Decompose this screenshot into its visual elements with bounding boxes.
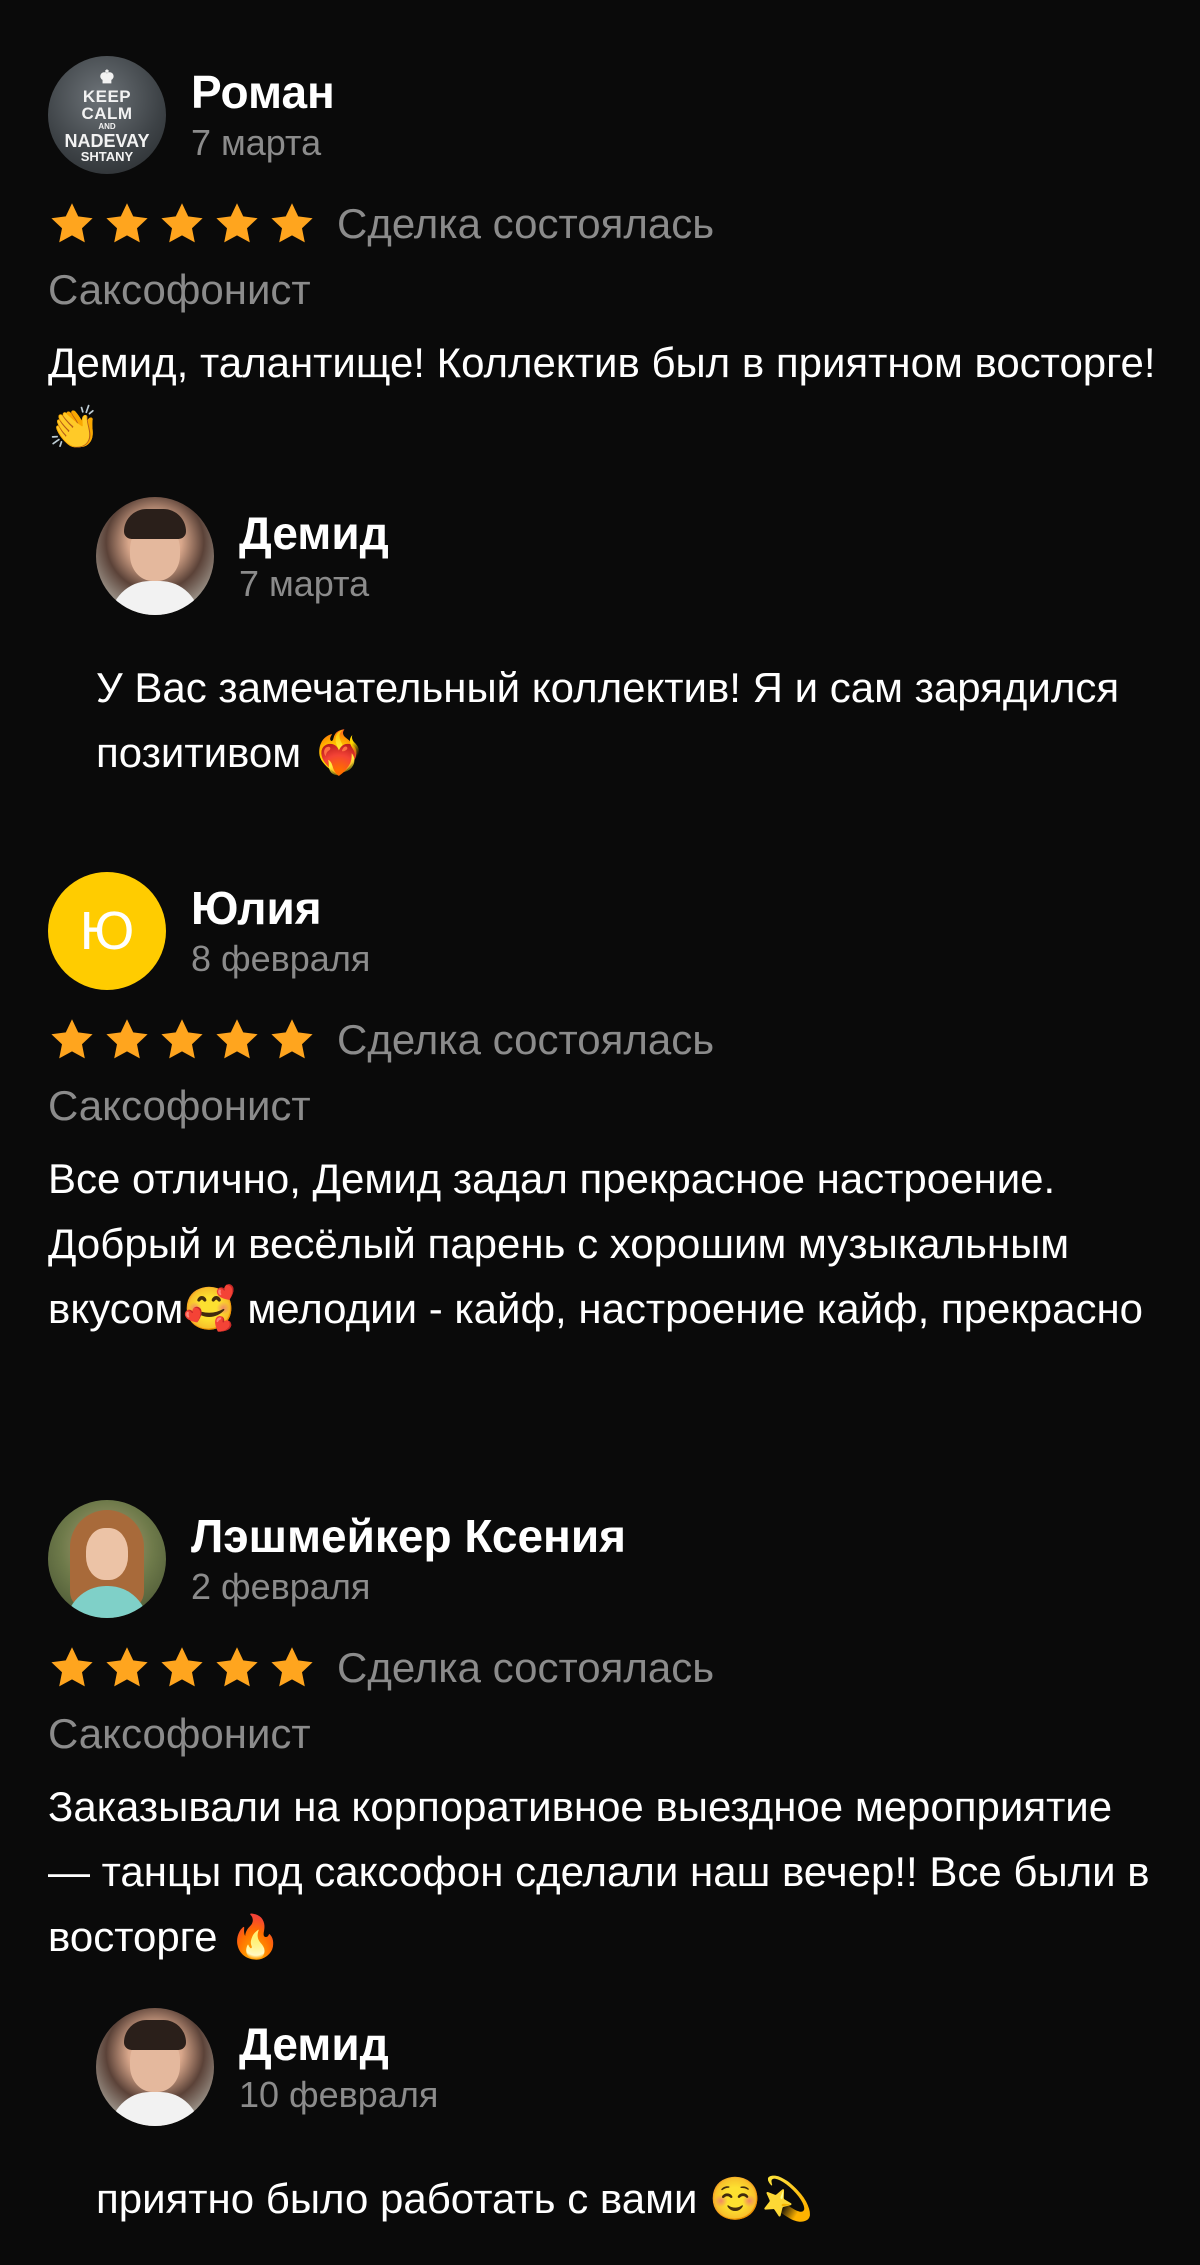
reply-card: Демид 10 февраля приятно было работать с… xyxy=(96,2008,1156,2231)
star-icon xyxy=(158,200,206,248)
avatar[interactable]: Ю xyxy=(48,872,166,990)
avatar-letter: Ю xyxy=(79,901,135,961)
reply-text: приятно было работать с вами ☺️💫 xyxy=(96,2175,814,2222)
star-icon xyxy=(48,1016,96,1064)
avatar[interactable] xyxy=(48,1500,166,1618)
avatar[interactable]: ♚ KEEP CALM AND NADEVAY SHTANY xyxy=(48,56,166,174)
avatar-text: CALM xyxy=(81,103,133,123)
avatar-text: SHTANY xyxy=(80,148,134,164)
star-icon xyxy=(268,200,316,248)
avatar[interactable] xyxy=(96,2008,214,2126)
review-text: Демид, талантище! Коллектив был в приятн… xyxy=(48,339,1156,451)
deal-status: Сделка состоялась xyxy=(337,1016,715,1063)
star-icon xyxy=(158,1016,206,1064)
star-icon xyxy=(213,1016,261,1064)
avatar[interactable] xyxy=(96,497,214,615)
service-category: Саксофонист xyxy=(48,1082,311,1129)
author-name[interactable]: Юлия xyxy=(191,880,370,936)
star-icon xyxy=(268,1016,316,1064)
author-name[interactable]: Роман xyxy=(191,64,335,120)
review-text: Все отлично, Демид задал прекрасное наст… xyxy=(48,1155,1144,1332)
rating-row: Сделка состоялась xyxy=(48,1638,1158,1698)
rating-stars xyxy=(48,1644,323,1692)
review-header: ♚ KEEP CALM AND NADEVAY SHTANY Роман 7 м… xyxy=(48,56,1158,174)
review-header: Лэшмейкер Ксения 2 февраля xyxy=(48,1500,1158,1618)
star-icon xyxy=(103,1644,151,1692)
service-category: Саксофонист xyxy=(48,266,311,313)
review-text: Заказывали на корпоративное выездное мер… xyxy=(48,1783,1150,1960)
rating-stars xyxy=(48,200,323,248)
reply-text: У Вас замечательный коллектив! Я и сам з… xyxy=(96,664,1120,776)
author-name[interactable]: Демид xyxy=(239,2016,438,2072)
star-icon xyxy=(103,1016,151,1064)
author-name[interactable]: Лэшмейкер Ксения xyxy=(191,1508,626,1564)
reply-header: Демид 10 февраля xyxy=(96,2008,1156,2126)
review-header: Ю Юлия 8 февраля xyxy=(48,872,1158,990)
rating-row: Сделка состоялась xyxy=(48,194,1158,254)
review-card: Ю Юлия 8 февраля Сделка состоялась Саксо… xyxy=(48,872,1158,1341)
review-date: 8 февраля xyxy=(191,938,371,979)
review-date: 2 февраля xyxy=(191,1566,371,1607)
review-card: Лэшмейкер Ксения 2 февраля Сделка состоя… xyxy=(48,1500,1158,1969)
reply-card: Демид 7 марта У Вас замечательный коллек… xyxy=(96,497,1156,785)
author-name[interactable]: Демид xyxy=(239,505,389,561)
deal-status: Сделка состоялась xyxy=(337,1644,715,1691)
star-icon xyxy=(213,1644,261,1692)
service-category: Саксофонист xyxy=(48,1710,311,1757)
avatar-text: AND xyxy=(98,121,116,131)
rating-stars xyxy=(48,1016,323,1064)
star-icon xyxy=(158,1644,206,1692)
reply-date: 10 февраля xyxy=(239,2074,439,2115)
star-icon xyxy=(213,200,261,248)
star-icon xyxy=(48,1644,96,1692)
review-card: ♚ KEEP CALM AND NADEVAY SHTANY Роман 7 м… xyxy=(48,56,1158,460)
deal-status: Сделка состоялась xyxy=(337,200,715,247)
rating-row: Сделка состоялась xyxy=(48,1010,1158,1070)
avatar-text: KEEP xyxy=(82,86,132,106)
crown-icon: ♚ xyxy=(98,66,116,87)
reply-header: Демид 7 марта xyxy=(96,497,1156,615)
review-date: 7 марта xyxy=(191,122,322,163)
star-icon xyxy=(103,200,151,248)
avatar-text: NADEVAY xyxy=(64,130,150,151)
star-icon xyxy=(48,200,96,248)
reply-date: 7 марта xyxy=(239,563,370,604)
star-icon xyxy=(268,1644,316,1692)
